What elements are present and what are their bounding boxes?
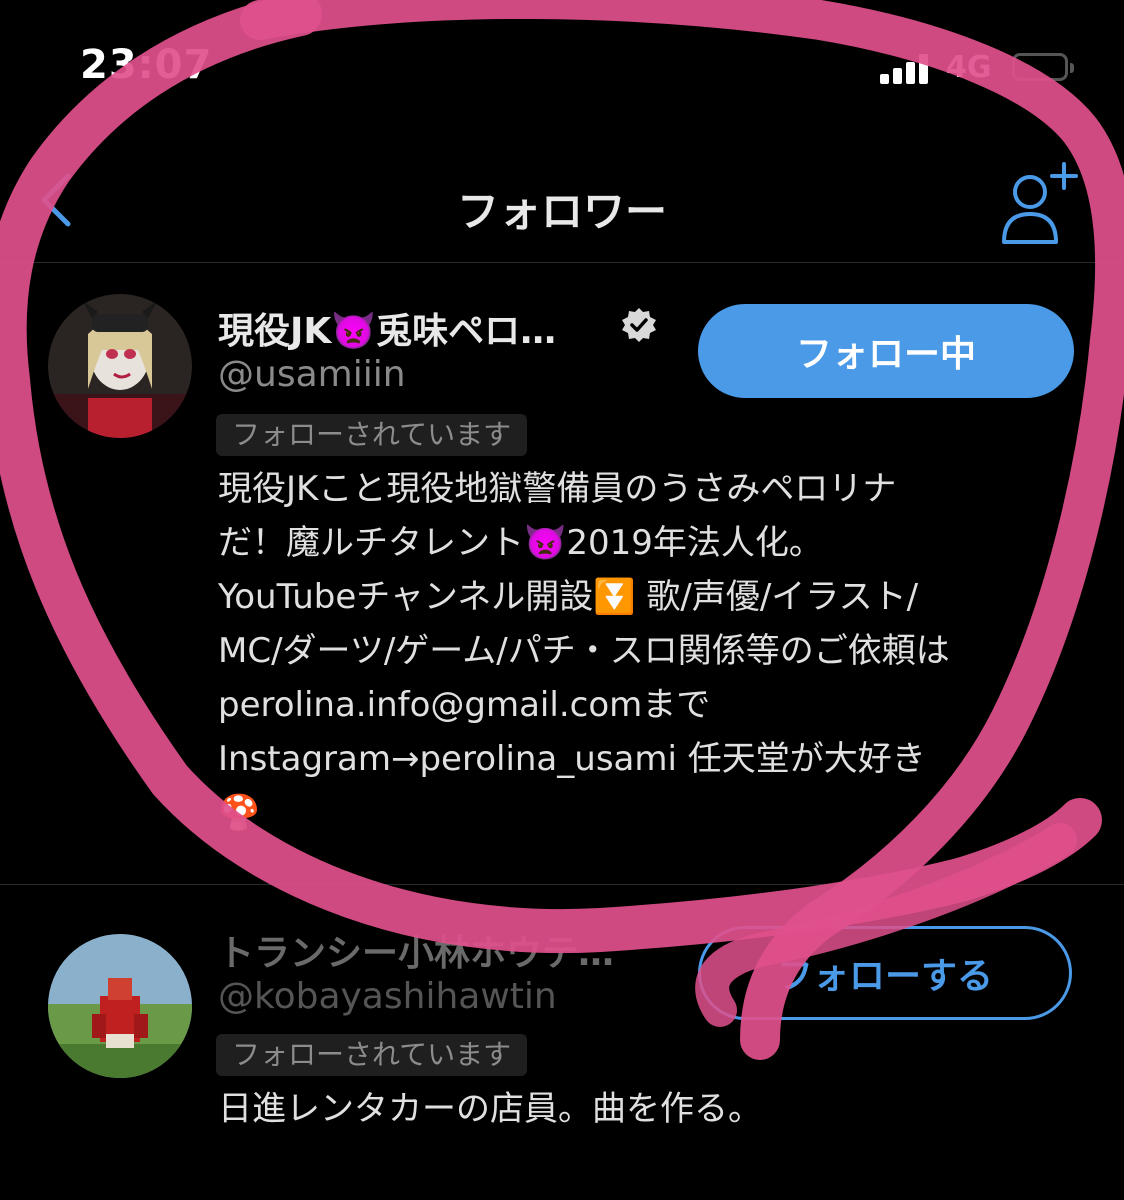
status-time: 23:07	[80, 42, 213, 88]
battery-icon	[1012, 53, 1074, 81]
follows-you-badge: フォローされています	[216, 1034, 528, 1076]
status-bar: 23:07 4G	[0, 0, 1124, 110]
follower-row[interactable]: 現役JK👿兎味ペロ… @usamiiin フォローされています 現役JKこと現役…	[0, 264, 1124, 885]
bio: 現役JKこと現役地獄警備員のうさみペロリナ だ！魔ルチタレント👿2019年法人化…	[218, 469, 950, 833]
display-name: 現役JK👿兎味ペロ…	[218, 311, 557, 352]
page-title: フォロワー	[456, 187, 667, 236]
network-type: 4G	[946, 50, 992, 85]
signal-strength-icon	[880, 54, 932, 84]
follow-button[interactable]: フォローする	[698, 926, 1072, 1020]
add-user-icon	[1002, 162, 1078, 244]
avatar-image	[48, 934, 192, 1078]
following-button[interactable]: フォロー中	[698, 304, 1074, 398]
follower-row[interactable]: トランシー小林ホウテ… @kobayashihawtin フォローされています …	[0, 886, 1124, 1186]
add-user-button[interactable]	[998, 158, 1084, 244]
handle: @kobayashihawtin	[218, 976, 557, 1017]
display-name: トランシー小林ホウテ…	[218, 933, 615, 974]
verified-badge-icon	[622, 308, 656, 342]
nav-bar: フォロワー	[0, 140, 1124, 263]
bio: 日進レンタカーの店員。曲を作る。	[218, 1089, 762, 1129]
avatar-image	[48, 294, 192, 438]
follows-you-badge: フォローされています	[216, 414, 528, 456]
avatar[interactable]	[48, 294, 192, 438]
handle: @usamiiin	[218, 354, 406, 395]
avatar[interactable]	[48, 934, 192, 1078]
